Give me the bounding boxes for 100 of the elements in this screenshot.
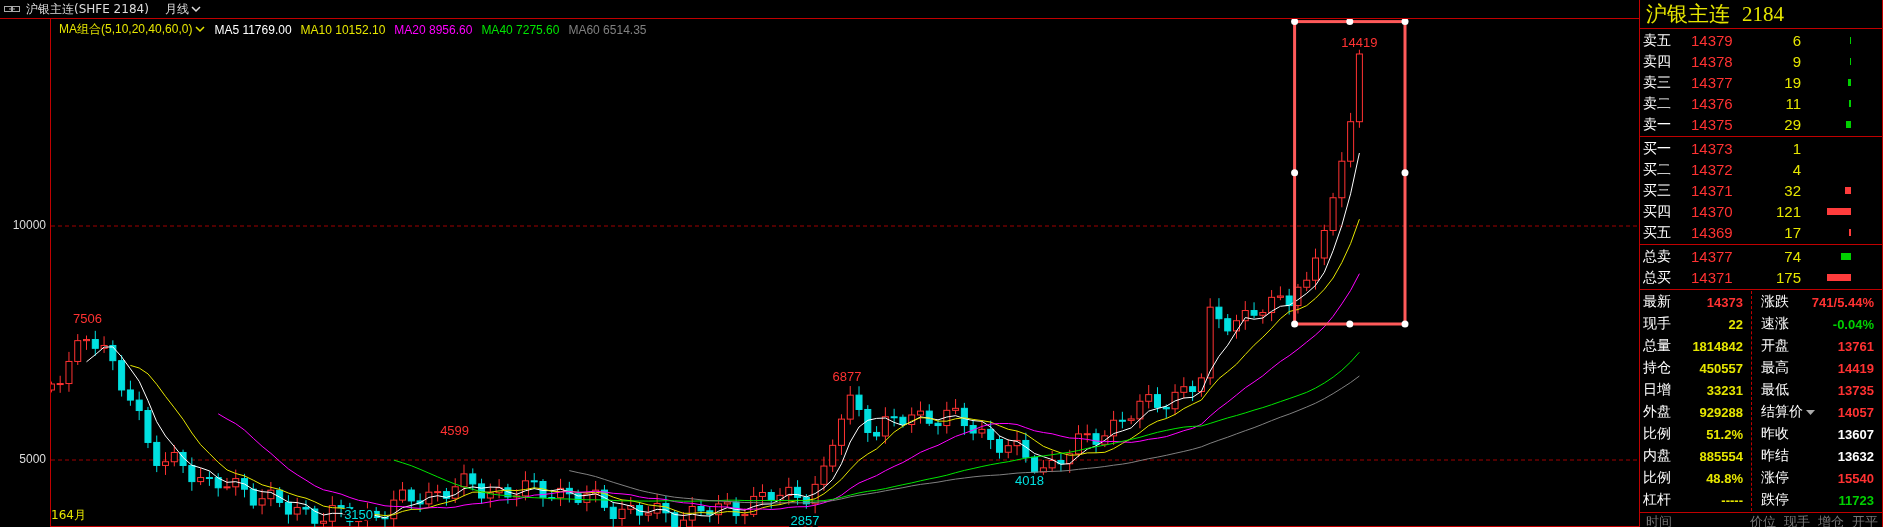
column-header: 时间: [1645, 513, 1672, 527]
total-label: 总买: [1642, 268, 1672, 287]
level-label: 卖三: [1642, 73, 1672, 92]
chevron-icon: [195, 26, 206, 33]
dropdown-caret-icon[interactable]: [1806, 409, 1815, 415]
order-volume: 6: [1791, 32, 1801, 49]
stat-value: 1814842: [1692, 338, 1744, 354]
volume-bar: [1845, 187, 1851, 194]
price-label: 3150: [344, 506, 374, 522]
moving-average-legend: MA40 7275.60: [481, 22, 560, 37]
order-price: 14369: [1691, 224, 1734, 241]
stat-value: 13735: [1837, 382, 1875, 398]
stat-value: -----: [1721, 492, 1744, 508]
stat-value: 13607: [1837, 426, 1875, 442]
period-dropdown[interactable]: 月线: [154, 0, 201, 18]
stat-label: 内盘: [1642, 447, 1672, 465]
order-volume: 9: [1791, 53, 1801, 70]
volume-bar: [1848, 79, 1851, 86]
stat-label: 比例: [1642, 469, 1672, 487]
level-label: 买一: [1642, 139, 1672, 158]
volume-bar: [1827, 208, 1851, 215]
order-price: 14379: [1691, 32, 1734, 49]
moving-average-legend: MA10 10152.10: [300, 22, 386, 37]
instrument-code: 2184: [1742, 1, 1784, 27]
stat-label: 速涨: [1760, 315, 1789, 333]
column-header: 价位: [1750, 513, 1776, 527]
stat-label: 跌停: [1760, 491, 1789, 509]
stat-value: 450557: [1699, 360, 1744, 376]
order-price: 14375: [1691, 116, 1734, 133]
stat-label: 日增: [1642, 381, 1672, 399]
moving-average-legend: MA20 8956.60: [394, 22, 473, 37]
column-header: 开平: [1852, 513, 1878, 527]
stat-label: 昨收: [1760, 425, 1789, 443]
stat-value: 33231: [1706, 382, 1744, 398]
moving-average-legend: MA60 6514.35: [568, 22, 647, 37]
stat-value: 11723: [1838, 492, 1875, 508]
order-volume: 19: [1783, 74, 1801, 91]
chart-title: 沪银主连(SHFE 2184): [26, 0, 149, 18]
order-volume: 4: [1791, 161, 1801, 178]
stat-value: 885554: [1699, 448, 1744, 464]
axis-label: 5000: [19, 452, 46, 466]
order-price: 14373: [1691, 140, 1734, 157]
level-label: 卖一: [1642, 115, 1672, 134]
column-header: 增仓: [1818, 513, 1844, 527]
stat-value: 14373: [1706, 294, 1744, 310]
selection-rectangle[interactable]: [1291, 19, 1409, 328]
stat-value: 929288: [1699, 404, 1744, 420]
price-label: 14419: [1341, 35, 1378, 50]
period-count-label: 164月: [51, 507, 86, 524]
stat-label: 最高: [1760, 359, 1789, 377]
level-label: 买三: [1642, 181, 1672, 200]
stat-label: 杠杆: [1642, 491, 1672, 509]
order-price: 14371: [1691, 182, 1734, 199]
stat-value: 15540: [1837, 470, 1875, 486]
stat-value: 741/5.44%: [1811, 294, 1875, 310]
price-label: 4018: [1014, 473, 1044, 488]
level-label: 卖五: [1642, 31, 1672, 50]
stat-value: 14419: [1837, 360, 1875, 376]
order-price: 14378: [1691, 53, 1734, 70]
stat-label: 结算价: [1760, 403, 1803, 421]
order-price: 14370: [1691, 203, 1734, 220]
stat-value: 13632: [1837, 448, 1875, 464]
stat-label: 总量: [1642, 337, 1672, 355]
order-volume: 29: [1783, 116, 1801, 133]
order-volume: 175: [1774, 269, 1801, 286]
order-volume: 1: [1791, 140, 1801, 157]
order-volume: 74: [1783, 248, 1801, 265]
stat-label: 涨跌: [1760, 293, 1789, 311]
moving-average-legend: MA5 11769.00: [214, 22, 292, 37]
level-label: 买二: [1642, 160, 1672, 179]
price-label: 2857: [790, 512, 820, 527]
price-label: 6877: [832, 368, 862, 384]
order-price: 14376: [1691, 95, 1734, 112]
volume-bar: [1827, 274, 1851, 281]
order-volume: 11: [1784, 95, 1801, 112]
stat-value: 22: [1728, 316, 1744, 332]
total-label: 总卖: [1642, 247, 1672, 266]
price-label: 7506: [72, 311, 102, 326]
stat-label: 昨结: [1760, 447, 1789, 465]
indicator-selector[interactable]: MA组合(5,10,20,40,60,0): [59, 21, 206, 38]
column-header: 现手: [1784, 513, 1810, 527]
order-price: 14377: [1691, 74, 1734, 91]
chevron-icon: [190, 5, 201, 13]
volume-bar: [1841, 253, 1851, 260]
stat-label: 开盘: [1760, 337, 1789, 355]
link-icon[interactable]: [4, 5, 20, 13]
level-label: 买四: [1642, 202, 1672, 221]
order-price: 14371: [1691, 269, 1734, 286]
stat-label: 最新: [1642, 293, 1672, 311]
stat-label: 外盘: [1642, 403, 1672, 421]
stat-label: 比例: [1642, 425, 1672, 443]
level-label: 买五: [1642, 223, 1672, 242]
order-volume: 17: [1783, 224, 1801, 241]
stat-label: 涨停: [1760, 469, 1789, 487]
stat-label: 持仓: [1642, 359, 1672, 377]
stat-value: 14057: [1837, 404, 1875, 420]
volume-bar: [1846, 121, 1851, 128]
stat-value: 48.8%: [1706, 470, 1744, 486]
level-label: 卖二: [1642, 94, 1672, 113]
axis-label: 10000: [12, 218, 46, 232]
